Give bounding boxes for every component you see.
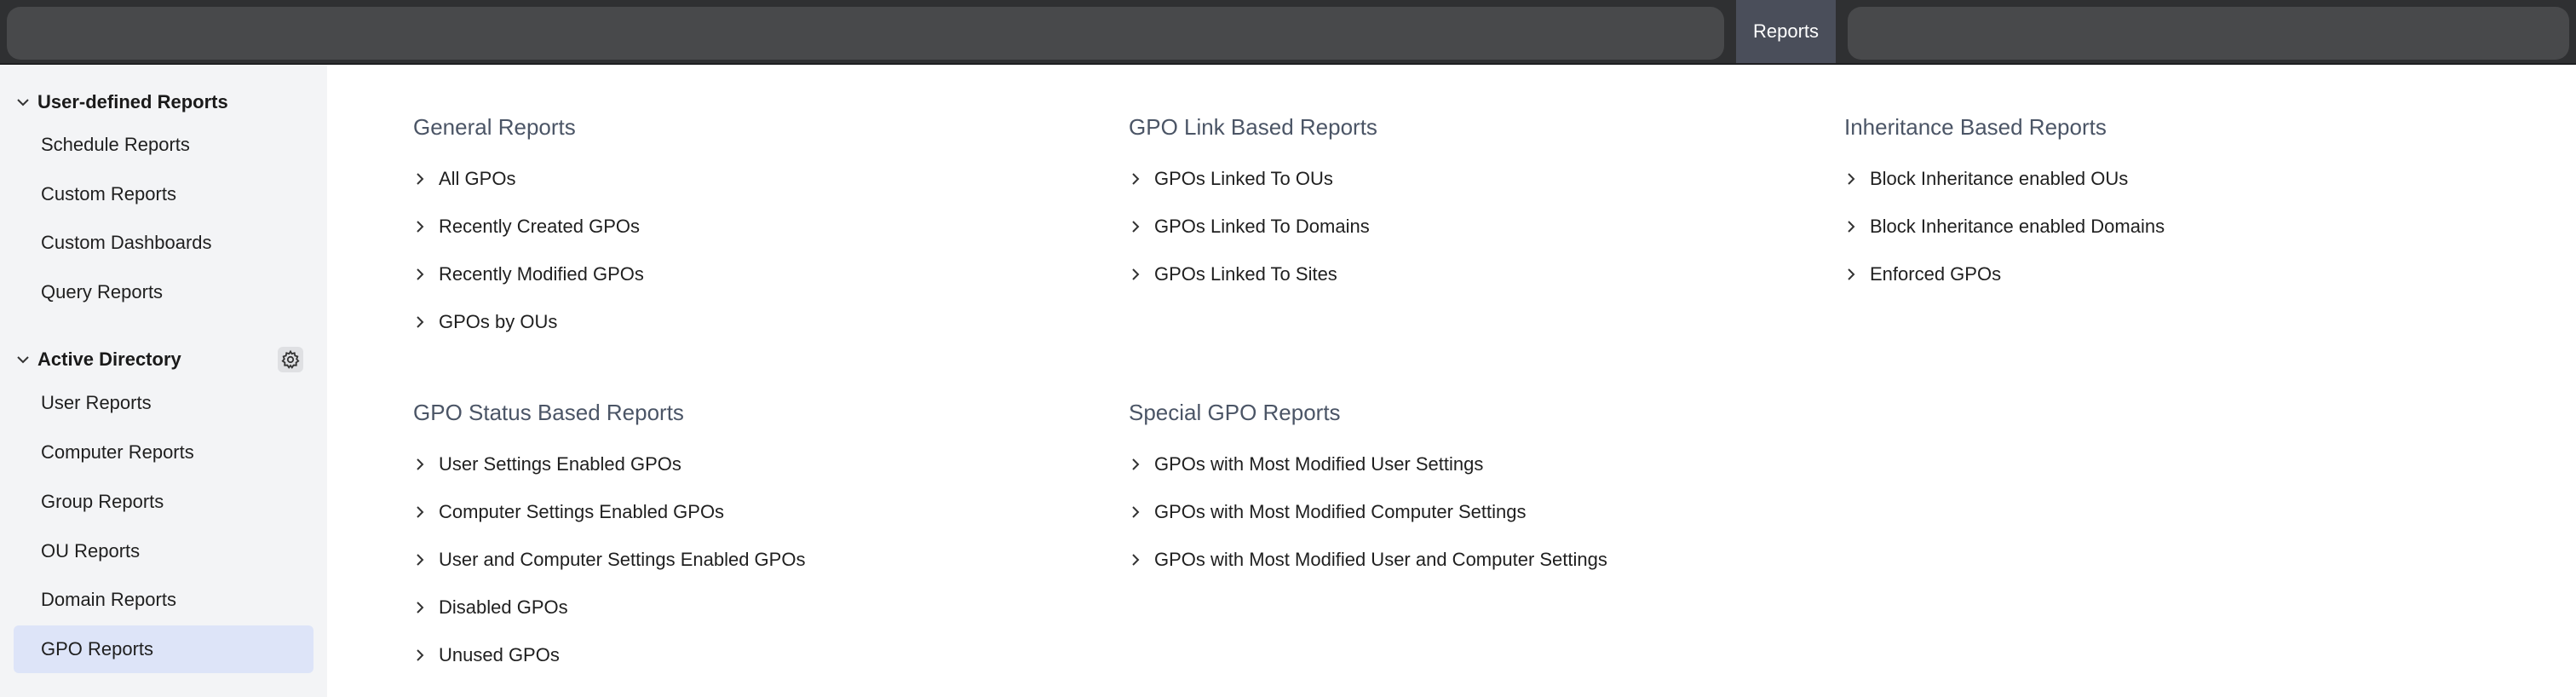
report-link[interactable]: Block Inheritance enabled OUs (1843, 162, 2128, 196)
chevron-right-icon (417, 458, 424, 470)
sidebar-item-user-reports[interactable]: User Reports (14, 379, 313, 427)
report-link-label: Disabled GPOs (439, 596, 568, 618)
sidebar-section-active-directory[interactable]: Active Directory (14, 344, 313, 375)
report-link[interactable]: Unused GPOs (411, 638, 560, 672)
report-link[interactable]: GPOs Linked To OUs (1127, 162, 1333, 196)
chevron-right-icon (417, 173, 424, 185)
report-link-label: GPOs Linked To Domains (1154, 216, 1370, 237)
chevron-right-icon (1132, 268, 1140, 280)
report-link-label: All GPOs (439, 168, 516, 189)
group-title-gpo-status-based-reports: GPO Status Based Reports (413, 400, 684, 425)
chevron-right-icon (417, 602, 424, 613)
chevron-right-icon (1132, 221, 1140, 233)
chevron-right-icon (417, 316, 424, 328)
report-link-label: GPOs with Most Modified User and Compute… (1154, 549, 1607, 570)
chevron-right-icon (417, 221, 424, 233)
report-link[interactable]: Enforced GPOs (1843, 257, 2001, 291)
report-link[interactable]: GPOs with Most Modified User Settings (1127, 447, 1483, 481)
tab-reports[interactable]: Reports (1736, 0, 1836, 63)
chevron-right-icon (417, 506, 424, 518)
sidebar-item-label: GPO Reports (41, 638, 154, 660)
report-link-label: Computer Settings Enabled GPOs (439, 501, 725, 522)
group-title-inheritance-based-reports: Inheritance Based Reports (1844, 114, 2107, 140)
group-title-general-reports: General Reports (413, 114, 576, 140)
report-link[interactable]: Disabled GPOs (411, 590, 568, 625)
sidebar-item-custom-reports[interactable]: Custom Reports (14, 170, 313, 218)
sidebar-item-label: Group Reports (41, 491, 164, 512)
report-link-label: GPOs Linked To Sites (1154, 263, 1337, 285)
top-bar-left-region[interactable] (7, 7, 1724, 60)
sidebar-item-domain-reports[interactable]: Domain Reports (14, 576, 313, 624)
chevron-right-icon (1848, 221, 1855, 233)
report-link-label: Block Inheritance enabled OUs (1870, 168, 2129, 189)
chevron-right-icon (417, 554, 424, 566)
chevron-right-icon (1132, 458, 1140, 470)
chevron-right-icon (1848, 173, 1855, 185)
sidebar-section-user-defined-reports[interactable]: User-defined Reports (14, 87, 313, 118)
report-link[interactable]: GPOs Linked To Sites (1127, 257, 1337, 291)
tab-reports-label: Reports (1752, 20, 1820, 42)
sidebar-item-label: Custom Reports (41, 183, 176, 204)
sidebar-item-ou-reports[interactable]: OU Reports (14, 527, 313, 575)
report-link[interactable]: Block Inheritance enabled Domains (1843, 210, 2165, 244)
report-link-label: GPOs by OUs (439, 311, 558, 332)
top-bar-divider (0, 63, 2576, 65)
report-link[interactable]: User Settings Enabled GPOs (411, 447, 681, 481)
gear-icon[interactable] (278, 347, 303, 372)
group-title-gpo-link-based-reports: GPO Link Based Reports (1129, 114, 1377, 140)
chevron-right-icon (1132, 554, 1140, 566)
chevron-right-icon (417, 268, 424, 280)
report-link[interactable]: Recently Modified GPOs (411, 257, 644, 291)
report-link-label: GPOs Linked To OUs (1154, 168, 1333, 189)
report-link[interactable]: GPOs with Most Modified User and Compute… (1127, 543, 1607, 577)
chevron-right-icon (1132, 173, 1140, 185)
sidebar-item-computer-reports[interactable]: Computer Reports (14, 429, 313, 476)
chevron-right-icon (1848, 268, 1855, 280)
report-link-label: User and Computer Settings Enabled GPOs (439, 549, 806, 570)
report-link-label: Block Inheritance enabled Domains (1870, 216, 2165, 237)
report-link-label: Recently Modified GPOs (439, 263, 644, 285)
section-title: User-defined Reports (37, 91, 228, 112)
report-link[interactable]: Computer Settings Enabled GPOs (411, 495, 724, 529)
sidebar-item-label: Schedule Reports (41, 134, 190, 155)
sidebar: User-defined Reports Schedule Reports Cu… (0, 65, 327, 697)
sidebar-item-label: OU Reports (41, 540, 141, 562)
report-link[interactable]: User and Computer Settings Enabled GPOs (411, 543, 805, 577)
sidebar-item-schedule-reports[interactable]: Schedule Reports (14, 121, 313, 169)
top-navigation-bar: Reports (0, 0, 2576, 63)
sidebar-item-label: Computer Reports (41, 441, 194, 463)
report-link-label: User Settings Enabled GPOs (439, 453, 681, 475)
sidebar-item-label: Query Reports (41, 281, 164, 302)
group-title-special-gpo-reports: Special GPO Reports (1129, 400, 1341, 425)
report-link-label: Unused GPOs (439, 644, 560, 665)
sidebar-item-query-reports[interactable]: Query Reports (14, 268, 313, 316)
section-title: Active Directory (37, 348, 181, 370)
report-link-label: GPOs with Most Modified User Settings (1154, 453, 1484, 475)
report-link[interactable]: GPOs by OUs (411, 305, 557, 339)
chevron-down-icon (17, 356, 29, 364)
sidebar-item-label: Custom Dashboards (41, 232, 212, 253)
report-link[interactable]: All GPOs (411, 162, 515, 196)
sidebar-item-gpo-reports[interactable]: GPO Reports (14, 625, 313, 673)
report-link-label: Enforced GPOs (1870, 263, 2002, 285)
chevron-down-icon (17, 99, 29, 107)
sidebar-item-label: User Reports (41, 392, 152, 413)
report-link[interactable]: Recently Created GPOs (411, 210, 640, 244)
top-bar-right-region[interactable] (1848, 7, 2569, 60)
report-link[interactable]: GPOs with Most Modified Computer Setting… (1127, 495, 1527, 529)
chevron-right-icon (1132, 506, 1140, 518)
report-link[interactable]: GPOs Linked To Domains (1127, 210, 1370, 244)
report-link-label: Recently Created GPOs (439, 216, 640, 237)
sidebar-item-group-reports[interactable]: Group Reports (14, 478, 313, 526)
chevron-right-icon (417, 649, 424, 661)
sidebar-item-custom-dashboards[interactable]: Custom Dashboards (14, 219, 313, 267)
sidebar-item-label: Domain Reports (41, 589, 176, 610)
report-link-label: GPOs with Most Modified Computer Setting… (1154, 501, 1527, 522)
